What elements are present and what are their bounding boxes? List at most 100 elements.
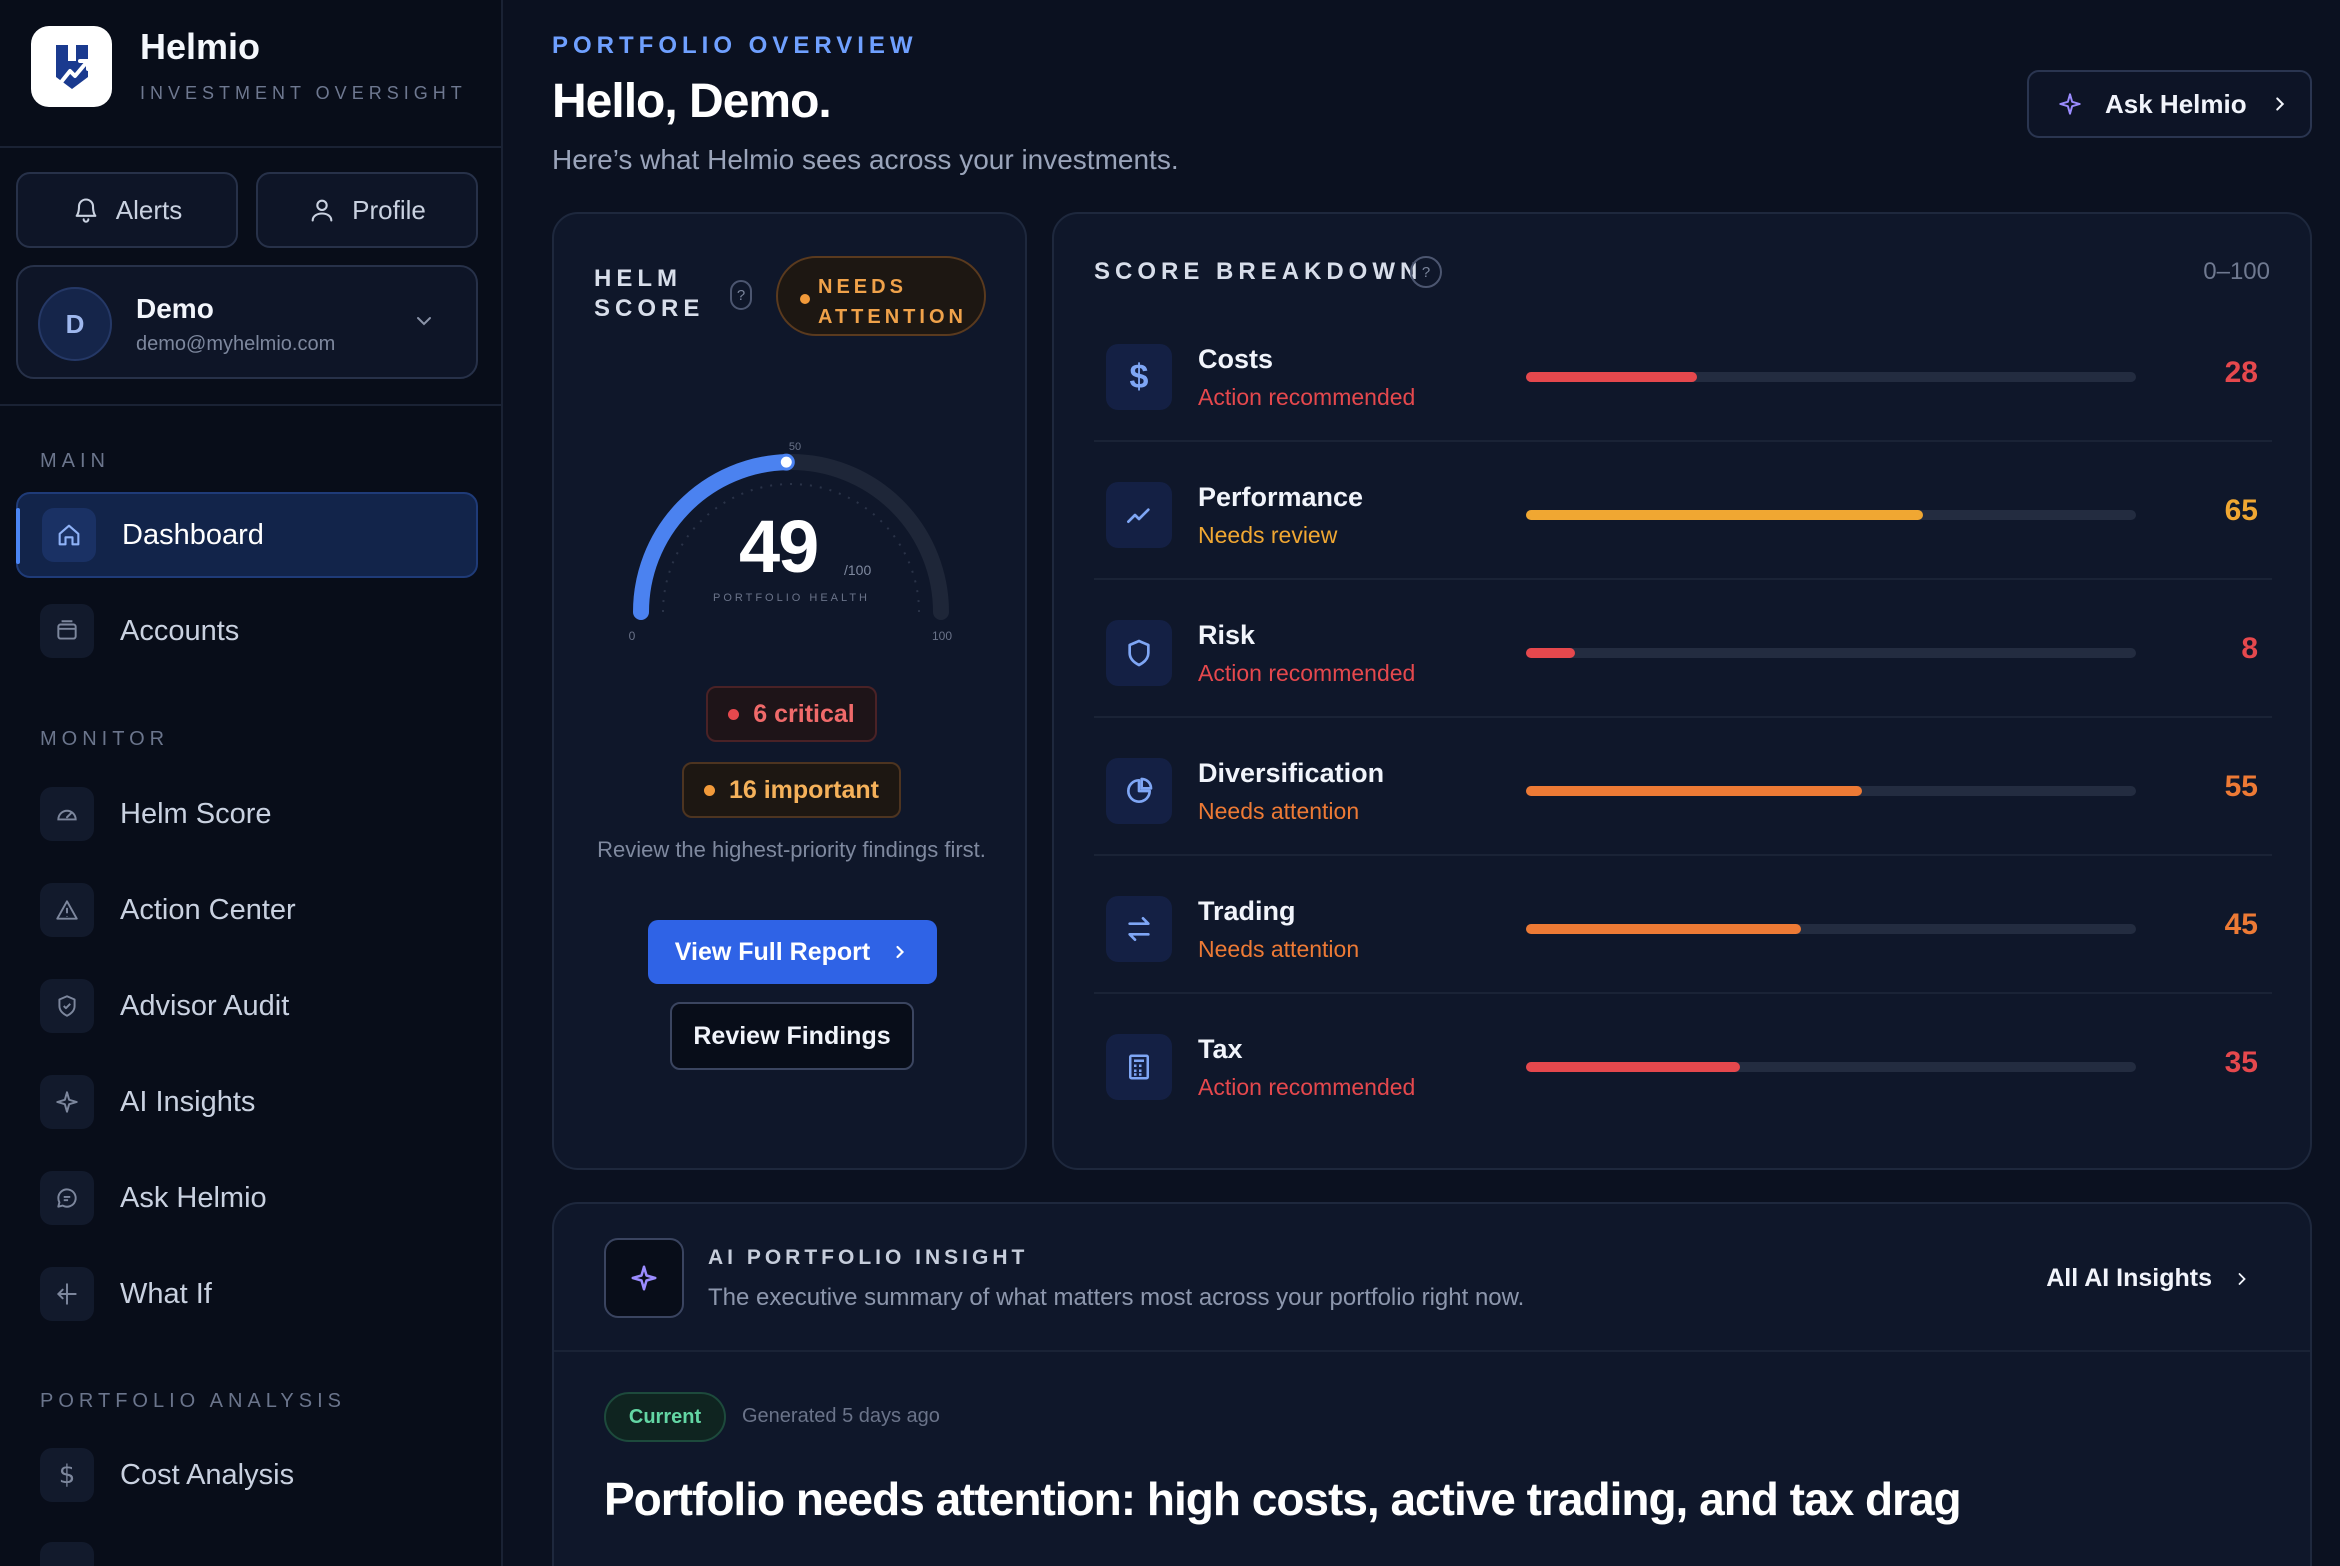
score-bar-fill [1526, 648, 1575, 658]
score-row-trading[interactable]: Trading Needs attention 45 [1094, 878, 2272, 1016]
document-icon [40, 1542, 94, 1566]
sidebar-item-ask-helmio[interactable]: Ask Helmio [16, 1155, 478, 1241]
user-name: Demo [136, 293, 214, 324]
sidebar-item-helm-score[interactable]: Helm Score [16, 771, 478, 857]
review-findings-button[interactable]: Review Findings [670, 1002, 914, 1070]
chevron-right-icon [2238, 1272, 2246, 1285]
ask-helmio-label: Ask Helmio [2105, 88, 2247, 119]
profile-label: Profile [352, 194, 426, 225]
view-full-report-label: View Full Report [674, 937, 871, 966]
dollar-icon: $ [1106, 344, 1172, 410]
gauge-knob [777, 453, 795, 471]
score-row-name: Diversification [1198, 758, 1385, 788]
score-row-value: 8 [2241, 632, 2258, 665]
sidebar-item-ai-insights[interactable]: AI Insights [16, 1059, 478, 1145]
shield-icon [1106, 620, 1172, 686]
user-email: demo@myhelmio.com [136, 333, 336, 355]
sidebar-item-action-center[interactable]: Action Center [16, 867, 478, 953]
page-title: Hello, Demo. [552, 75, 832, 128]
status-badge-line2: ATTENTION [818, 306, 967, 328]
sidebar-item-what-if[interactable]: What If [16, 1251, 478, 1337]
sidebar-divider [0, 404, 503, 406]
score-bar-fill [1526, 1062, 1740, 1072]
score-breakdown-card: SCORE BREAKDOWN ? 0–100 $ Costs Action r… [1052, 212, 2312, 1170]
score-row-costs[interactable]: $ Costs Action recommended 28 [1094, 326, 2272, 464]
score-row-value: 65 [2224, 494, 2258, 527]
sidebar-item-advisor-audit[interactable]: Advisor Audit [16, 963, 478, 1049]
sidebar-item-accounts[interactable]: Accounts [16, 588, 478, 674]
important-count: 16 important [728, 775, 880, 804]
score-row-status: Action recommended [1198, 1074, 1416, 1100]
sidebar-item-label: Accounts [120, 614, 240, 647]
brand[interactable]: Helmio INVESTMENT OVERSIGHT [31, 26, 467, 107]
row-divider [1094, 854, 2272, 856]
sparkle-icon [604, 1238, 684, 1318]
all-ai-insights-label: All AI Insights [2046, 1264, 2212, 1292]
score-breakdown-title: SCORE BREAKDOWN [1094, 258, 1423, 285]
helm-score-caption: PORTFOLIO HEALTH [712, 592, 870, 604]
critical-dot [728, 708, 740, 720]
important-findings-badge[interactable]: 16 important [682, 762, 901, 818]
sidebar: Helmio INVESTMENT OVERSIGHT Alerts Profi… [0, 0, 503, 1566]
score-row-name: Trading [1198, 896, 1296, 926]
sidebar-item-cost-analysis[interactable]: $ Cost Analysis [16, 1432, 478, 1518]
row-divider [1094, 578, 2272, 580]
ai-insight-eyebrow: AI PORTFOLIO INSIGHT [708, 1246, 1029, 1269]
ask-helmio-button[interactable]: Ask Helmio [2027, 70, 2312, 138]
section-label-monitor: MONITOR [40, 728, 170, 750]
shield-check-icon [40, 979, 94, 1033]
chevron-right-icon [896, 945, 905, 959]
score-row-value: 45 [2224, 908, 2258, 941]
score-row-name: Costs [1198, 344, 1274, 374]
important-dot [703, 784, 715, 796]
status-badge-line1: NEEDS [818, 276, 907, 298]
score-bar-track [1526, 786, 2136, 796]
critical-findings-badge[interactable]: 6 critical [706, 686, 877, 742]
help-icon[interactable]: ? [730, 280, 752, 310]
gauge-mid-label: 50 [789, 441, 801, 453]
row-divider [1094, 440, 2272, 442]
helmio-logo-icon [31, 26, 112, 107]
ai-insight-headline: Portfolio needs attention: high costs, a… [604, 1473, 1962, 1525]
score-bar-track [1526, 924, 2136, 934]
sidebar-item-label: Helm Score [120, 797, 272, 830]
score-bar-fill [1526, 786, 1862, 796]
score-bar-track [1526, 648, 2136, 658]
gauge-icon [40, 787, 94, 841]
all-ai-insights-link[interactable]: All AI Insights [2046, 1264, 2252, 1293]
generated-timestamp: Generated 5 days ago [742, 1405, 940, 1427]
row-divider [1094, 716, 2272, 718]
score-range: 0–100 [2203, 258, 2270, 285]
trend-icon [1106, 482, 1172, 548]
score-row-status: Needs attention [1198, 936, 1360, 962]
section-label-main: MAIN [40, 450, 110, 472]
score-row-name: Performance [1198, 482, 1364, 512]
score-row-diversification[interactable]: Diversification Needs attention 55 [1094, 740, 2272, 878]
profile-button[interactable]: Profile [256, 172, 478, 248]
current-badge: Current [604, 1392, 726, 1442]
page-eyebrow: PORTFOLIO OVERVIEW [552, 32, 918, 59]
status-badge: NEEDS ATTENTION [776, 256, 986, 336]
sidebar-item-label: Dashboard [122, 518, 264, 551]
score-row-tax[interactable]: Tax Action recommended 35 [1094, 1016, 2272, 1154]
helm-score-card: HELM SCORE ? NEEDS ATTENTION 50 0 100 49… [552, 212, 1027, 1170]
score-bar-fill [1526, 510, 1923, 520]
view-full-report-button[interactable]: View Full Report [648, 920, 937, 984]
user-switcher[interactable]: D Demo demo@myhelmio.com [16, 265, 478, 379]
score-row-performance[interactable]: Performance Needs review 65 [1094, 464, 2272, 602]
gauge-min-label: 0 [629, 629, 636, 643]
sidebar-item-dashboard[interactable]: Dashboard [16, 492, 478, 578]
sidebar-item-label: What If [120, 1277, 212, 1310]
home-icon [42, 508, 96, 562]
wallet-icon [40, 604, 94, 658]
help-icon[interactable]: ? [1410, 256, 1442, 288]
ai-insight-card: AI PORTFOLIO INSIGHT The executive summa… [552, 1202, 2312, 1566]
score-row-risk[interactable]: Risk Action recommended 8 [1094, 602, 2272, 740]
sidebar-item-label: Advisor Audit [120, 989, 290, 1022]
sparkle-icon [2059, 93, 2081, 115]
sidebar-item-label: Ask Helmio [120, 1181, 267, 1214]
score-row-status: Action recommended [1198, 384, 1416, 410]
alerts-button[interactable]: Alerts [16, 172, 238, 248]
sidebar-item-partial[interactable] [16, 1528, 478, 1566]
gauge-readout: 49 /100 PORTFOLIO HEALTH [554, 504, 1029, 604]
